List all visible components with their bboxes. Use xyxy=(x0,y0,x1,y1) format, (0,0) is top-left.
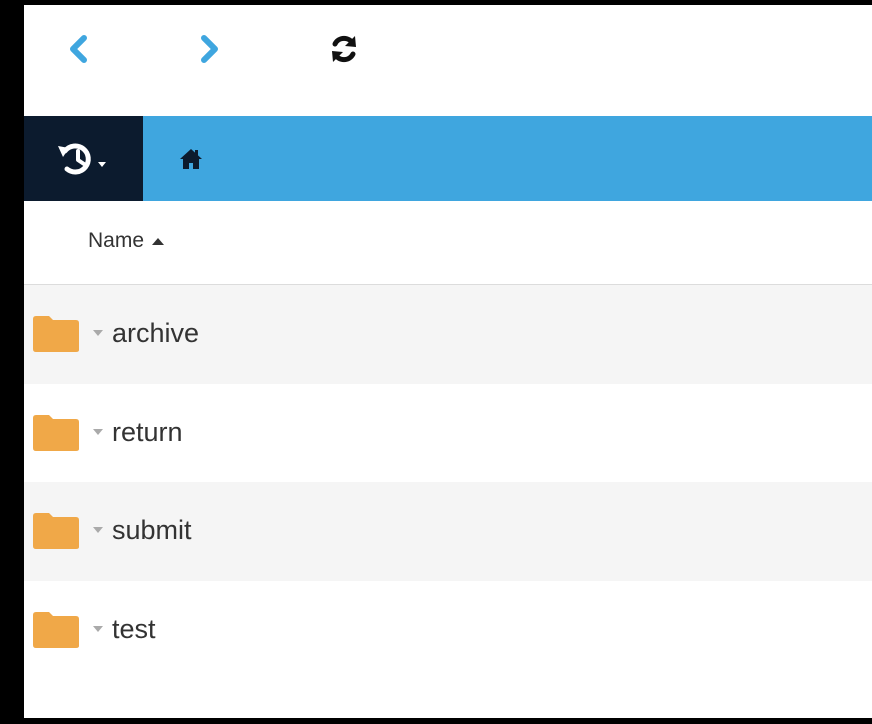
forward-button[interactable] xyxy=(188,27,232,71)
sort-ascending-icon xyxy=(152,237,165,245)
folder-row-archive[interactable]: archive xyxy=(24,285,872,384)
chevron-down-icon xyxy=(97,161,106,167)
home-icon xyxy=(180,149,202,169)
folder-name: submit xyxy=(112,515,192,545)
home-button[interactable] xyxy=(176,144,206,174)
folder-row-submit[interactable]: submit xyxy=(24,482,872,581)
chevron-down-icon[interactable] xyxy=(93,527,103,533)
refresh-icon xyxy=(332,35,356,63)
history-icon xyxy=(57,142,106,174)
navigation-toolbar xyxy=(24,5,872,116)
chevron-down-icon[interactable] xyxy=(93,428,103,435)
name-column-header[interactable]: Name xyxy=(88,229,165,253)
folder-row-return[interactable]: return xyxy=(24,384,872,483)
folder-icon xyxy=(33,611,79,648)
folder-name: archive xyxy=(112,318,200,348)
file-list: archive return submit test xyxy=(24,285,872,679)
column-header-row: Name xyxy=(24,201,872,285)
back-button[interactable] xyxy=(56,27,100,71)
history-dropdown-button[interactable] xyxy=(24,116,143,201)
chevron-left-icon xyxy=(70,35,87,63)
path-bar xyxy=(24,116,872,201)
chevron-down-icon[interactable] xyxy=(93,625,103,632)
folder-icon xyxy=(33,414,79,451)
folder-row-test[interactable]: test xyxy=(24,581,872,680)
folder-name: return xyxy=(112,416,183,447)
refresh-button[interactable] xyxy=(322,27,366,71)
name-column-label: Name xyxy=(88,229,145,252)
chevron-right-icon xyxy=(201,35,218,63)
file-browser-window: Name archive return submit test xyxy=(24,5,872,718)
chevron-down-icon[interactable] xyxy=(93,330,103,336)
folder-name: test xyxy=(112,613,156,644)
folder-icon xyxy=(33,513,79,549)
folder-icon xyxy=(33,316,79,352)
